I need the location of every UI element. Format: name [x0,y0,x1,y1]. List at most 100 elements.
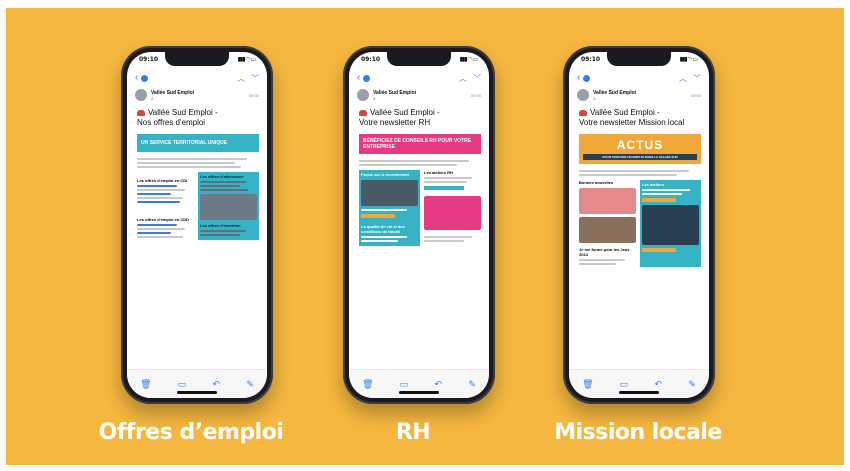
right-heading-1: Les ateliers RH [424,170,453,175]
status-time: 09:10 [581,56,601,63]
sender-name: Vallée Sud Emploi [593,89,637,96]
folder-icon[interactable]: ▭ [178,379,187,390]
chevron-up-icon[interactable]: ︿ [679,73,687,84]
mail-banner: BÉNÉFICIEZ DE CONSEILS RH POUR VOTRE ENT… [359,134,481,154]
signal-icon: ▮▮▮ ◠ ▭ [237,56,256,63]
sender-name: Vallée Sud Emploi [151,89,195,96]
reply-icon[interactable]: ↶ [655,379,663,390]
left-heading-1: Bonnes nouvelles [579,180,614,185]
cta-button[interactable] [642,198,677,202]
subject-line-2: Votre newsletter Mission local [579,118,685,127]
mail-time: 09:00 [690,92,701,98]
avatar [135,89,147,101]
mail-time: 09:00 [470,92,481,98]
phone-notch [607,52,671,66]
phone-screen: 09:10 ▮▮▮ ◠ ▭ ‹ ︿ ﹀ Vallée Sud Emploi À : … [349,52,489,398]
caption-offres: Offres d’emploi [98,420,284,445]
left-heading-2: Je me forme pour les Jeux 2024 [579,247,630,257]
back-chevron-icon[interactable]: ‹ [577,73,580,83]
phone-screen: 09:10 ▮▮▮ ◠ ▭ ‹ ︿ ﹀ Vallée Sud Emploi À : … [569,52,709,398]
chevron-down-icon[interactable]: ﹀ [251,73,259,84]
home-indicator [399,391,439,394]
status-time: 09:10 [361,56,381,63]
sender-row: Vallée Sud Emploi À : 09:00 [135,88,259,102]
phone-mission-locale: 09:10 ▮▮▮ ◠ ▭ ‹ ︿ ﹀ Vallée Sud Emploi À : … [563,46,715,404]
chevron-up-icon[interactable]: ︿ [459,73,467,84]
trash-icon[interactable]: 🗑 [582,379,593,390]
subject-line-1: Vallée Sud Emploi - [148,108,218,117]
home-indicator [619,391,659,394]
account-dot-icon [363,74,371,82]
reply-icon[interactable]: ↶ [435,379,443,390]
subject-line-2: Votre newsletter RH [359,118,431,127]
account-dot-icon [141,74,149,82]
reply-icon[interactable]: ↶ [213,379,221,390]
cta-button[interactable] [361,214,396,218]
banner-text: BÉNÉFICIEZ DE CONSEILS RH POUR VOTRE ENT… [363,138,472,150]
mail-nav: ‹ ︿ ﹀ [577,72,701,84]
mail-body[interactable]: ACTUS POUR TROUVER UN EMPLOI DANS LA VAL… [579,134,701,362]
subject-line-2: Nos offres d'emploi [137,118,206,127]
banner-subtext: POUR TROUVER UN EMPLOI DANS LA VALLÉE SU… [583,154,697,160]
avatar [577,89,589,101]
phone-notch [165,52,229,66]
brand-logo-icon [579,109,587,116]
left-heading-2: La qualité de vie et des conditions de t… [361,224,405,234]
caption-rh: RH [395,420,431,445]
mail-nav: ‹ ︿ ﹀ [135,72,259,84]
recipient-label: À : [373,95,378,101]
sender-name: Vallée Sud Emploi [373,89,417,96]
back-chevron-icon[interactable]: ‹ [357,73,360,83]
right-heading-2: Les offres d'insertion [200,223,241,228]
phone-notch [387,52,451,66]
mail-body[interactable]: BÉNÉFICIEZ DE CONSEILS RH POUR VOTRE ENT… [359,134,481,362]
left-heading-1: Focus sur le recrutement [361,172,409,177]
trash-icon[interactable]: 🗑 [362,379,373,390]
folder-icon[interactable]: ▭ [620,379,629,390]
mail-columns: Bonnes nouvelles Je me forme pour les Je… [579,180,701,267]
mail-body[interactable]: UN SERVICE TERRITORIAL UNIQUE Les offres… [137,134,259,362]
mail-banner: UN SERVICE TERRITORIAL UNIQUE [137,134,259,152]
mail-nav: ‹ ︿ ﹀ [357,72,481,84]
status-time: 09:10 [139,56,159,63]
compose-icon[interactable]: ✎ [468,379,476,390]
brand-logo-icon [137,109,145,116]
content-photo [200,194,257,220]
recipient-label: À : [151,95,156,101]
cta-button[interactable] [424,186,464,190]
phone-screen: 09:10 ▮▮▮ ◠ ▭ ‹ ︿ ﹀ Vallée Sud Emploi À : … [127,52,267,398]
compose-icon[interactable]: ✎ [688,379,696,390]
mail-time: 09:00 [248,92,259,98]
mail-columns: Les offres d'emploi en CDI Les offres d'… [137,172,259,240]
compose-icon[interactable]: ✎ [246,379,254,390]
trash-icon[interactable]: 🗑 [140,379,151,390]
signal-icon: ▮▮▮ ◠ ▭ [459,56,478,63]
brand-logo-icon [359,109,367,116]
chevron-down-icon[interactable]: ﹀ [473,73,481,84]
subject-line-1: Vallée Sud Emploi - [590,108,660,117]
mail-subject: Vallée Sud Emploi - Votre newsletter RH [359,108,483,128]
banner-text: ACTUS [616,138,664,152]
recipient-label: À : [593,95,598,101]
subject-line-1: Vallée Sud Emploi - [370,108,440,117]
caption-mission-locale: Mission locale [554,420,722,445]
left-heading-2: Les offres d'emploi en CDD [137,217,190,222]
home-indicator [177,391,217,394]
cta-button[interactable] [642,248,677,252]
back-chevron-icon[interactable]: ‹ [135,73,138,83]
mail-columns: Focus sur le recrutement La qualité de v… [359,170,481,246]
content-photo [642,205,699,245]
chevron-down-icon[interactable]: ﹀ [693,73,701,84]
sender-row: Vallée Sud Emploi À : 09:00 [577,88,701,102]
left-heading-1: Les offres d'emploi en CDI [137,178,188,183]
sender-row: Vallée Sud Emploi À : 09:00 [357,88,481,102]
account-dot-icon [583,74,591,82]
avatar [357,89,369,101]
content-photo [579,217,636,243]
content-photo [361,180,418,206]
chevron-up-icon[interactable]: ︿ [237,73,245,84]
folder-icon[interactable]: ▭ [400,379,409,390]
mail-subject: Vallée Sud Emploi - Nos offres d'emploi [137,108,261,128]
event-card [424,196,481,230]
content-photo [579,188,636,214]
